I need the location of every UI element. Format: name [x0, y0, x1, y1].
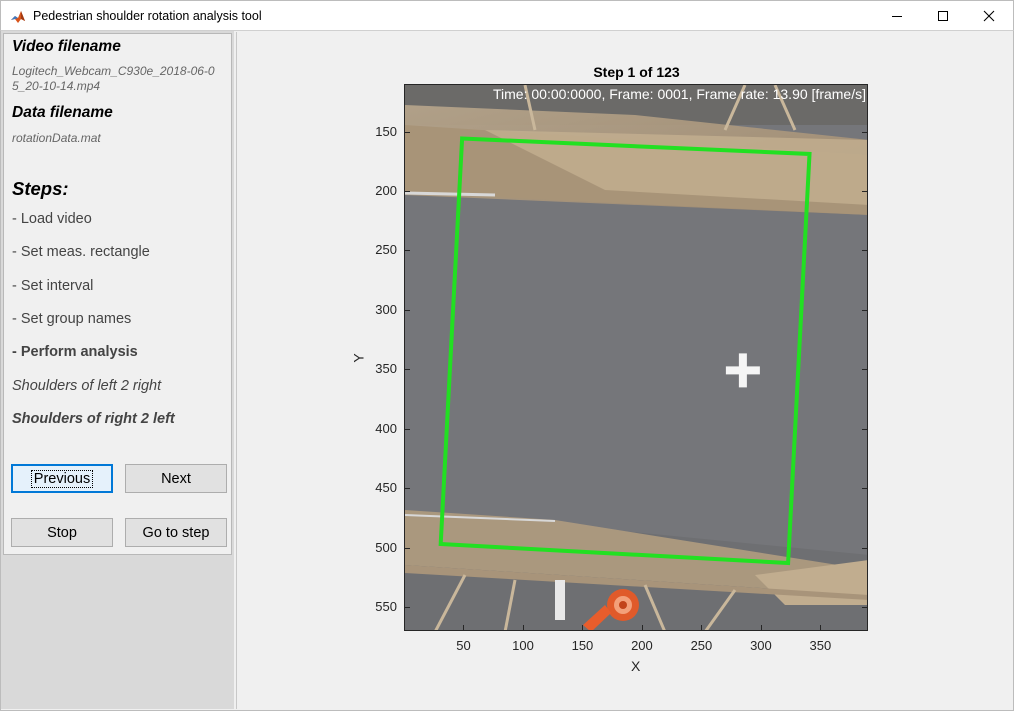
y-tick-mark — [862, 428, 867, 430]
step-load-video: - Load video — [12, 211, 92, 227]
y-tick-mark — [862, 547, 867, 549]
step-set-group-names: - Set group names — [12, 311, 132, 327]
minimize-icon — [892, 16, 902, 17]
maximize-icon — [938, 11, 948, 21]
y-tick-label: 400 — [375, 420, 397, 436]
y-tick-mark — [862, 369, 867, 371]
steps-header: Steps: — [12, 178, 69, 199]
x-tick-label: 300 — [750, 638, 772, 653]
x-tick-mark — [463, 625, 465, 630]
video-filename-line1: Logitech_Webcam_C930e_2018-06-0 — [12, 64, 215, 78]
x-axis-label: X — [631, 658, 641, 674]
y-tick-mark — [405, 309, 410, 311]
x-tick-mark — [820, 625, 822, 630]
step-set-interval: - Set interval — [12, 278, 94, 294]
x-tick-mark — [641, 625, 643, 630]
stop-button[interactable]: Stop — [11, 518, 113, 547]
x-tick-label: 200 — [631, 638, 653, 653]
y-tick-label: 250 — [375, 242, 397, 258]
minimize-button[interactable] — [874, 1, 920, 31]
group-left-to-right: Shoulders of left 2 right — [12, 378, 162, 394]
y-tick-label: 300 — [375, 301, 397, 317]
y-tick-label: 450 — [375, 480, 397, 496]
y-tick-label: 350 — [375, 361, 397, 377]
y-tick-mark — [405, 428, 410, 430]
stop-button-label: Stop — [47, 524, 77, 541]
plot-title: Step 1 of 123 — [593, 64, 680, 80]
y-tick-mark — [405, 488, 410, 490]
y-tick-mark — [862, 607, 867, 609]
step-perform-analysis: - Perform analysis — [12, 344, 138, 360]
video-filename-line2: 5_20-10-14.mp4 — [12, 79, 101, 93]
close-icon — [983, 10, 995, 22]
data-filename: rotationData.mat — [12, 131, 101, 145]
window-title: Pedestrian shoulder rotation analysis to… — [33, 9, 262, 23]
matlab-app-icon — [10, 9, 26, 25]
previous-button-label: Previous — [30, 469, 94, 488]
y-tick-mark — [405, 547, 410, 549]
video-frame-image — [405, 85, 867, 630]
data-filename-header: Data filename — [12, 104, 113, 121]
go-to-step-button[interactable]: Go to step — [125, 518, 227, 547]
close-button[interactable] — [966, 1, 1012, 31]
y-tick-mark — [862, 309, 867, 311]
group-right-to-left: Shoulders of right 2 left — [12, 411, 175, 427]
y-tick-mark — [405, 191, 410, 193]
frame-info-overlay: Time: 00:00:0000, Frame: 0001, Frame rat… — [493, 86, 866, 102]
video-filename-header: Video filename — [12, 38, 121, 55]
y-tick-label: 500 — [375, 539, 397, 555]
y-tick-label: 150 — [375, 123, 397, 139]
y-tick-mark — [405, 131, 410, 133]
x-tick-mark — [701, 625, 703, 630]
x-tick-mark — [760, 625, 762, 630]
x-tick-label: 150 — [571, 638, 594, 653]
x-tick-mark — [582, 625, 584, 630]
y-tick-mark — [405, 250, 410, 252]
y-tick-label: 200 — [375, 183, 397, 199]
title-bar: Pedestrian shoulder rotation analysis to… — [0, 0, 1014, 31]
x-tick-label: 50 — [456, 638, 471, 653]
next-button[interactable]: Next — [125, 464, 227, 493]
previous-button[interactable]: Previous — [11, 464, 113, 493]
y-tick-label: 550 — [375, 599, 397, 615]
video-frame-axes[interactable]: Time: 00:00:0000, Frame: 0001, Frame rat… — [404, 84, 868, 631]
next-button-label: Next — [161, 470, 191, 487]
step-set-meas-rectangle: - Set meas. rectangle — [12, 244, 150, 260]
y-tick-mark — [862, 131, 867, 133]
y-axis-label: Y — [350, 353, 367, 363]
x-tick-label: 350 — [809, 638, 832, 653]
go-to-step-button-label: Go to step — [142, 524, 210, 541]
y-tick-mark — [405, 607, 410, 609]
x-tick-label: 250 — [690, 638, 713, 653]
x-tick-label: 100 — [512, 638, 534, 653]
x-tick-mark — [522, 625, 524, 630]
maximize-button[interactable] — [920, 1, 966, 31]
y-tick-mark — [862, 250, 867, 252]
left-panel: Video filename Logitech_Webcam_C930e_201… — [3, 33, 232, 555]
y-tick-mark — [405, 369, 410, 371]
y-tick-mark — [862, 191, 867, 193]
y-tick-mark — [862, 488, 867, 490]
